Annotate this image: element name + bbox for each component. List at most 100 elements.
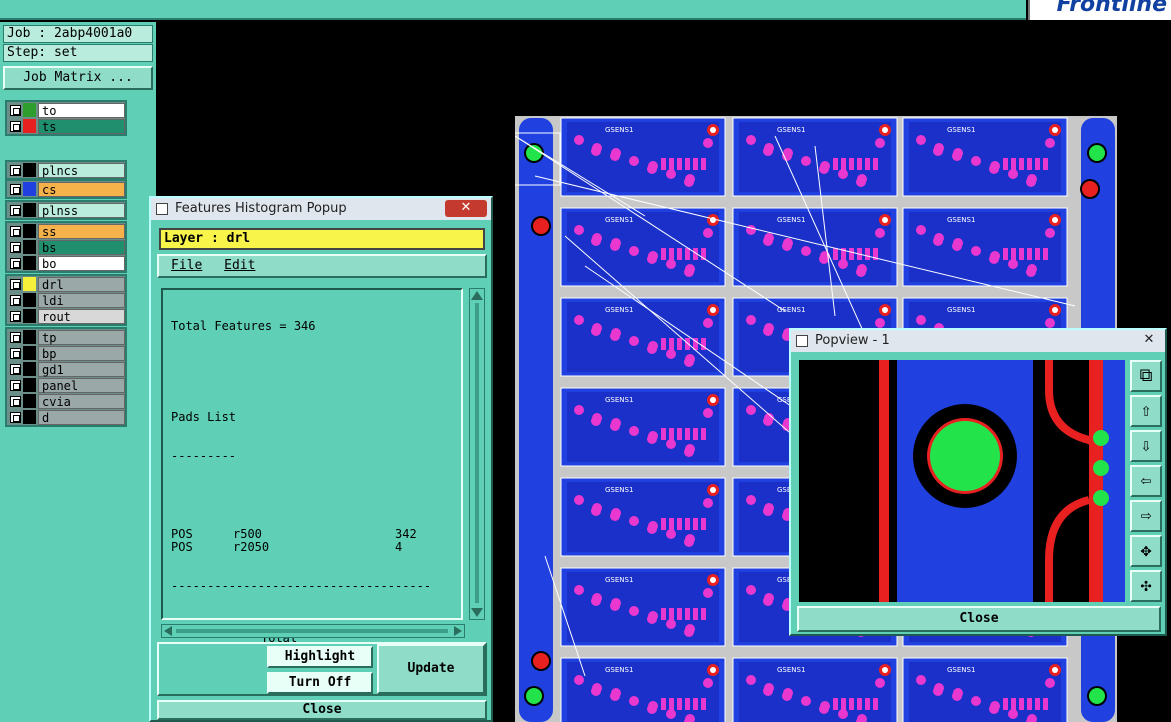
hscroll-track[interactable] [176,629,448,633]
layer-checkbox[interactable] [10,204,21,216]
layer-name[interactable]: d [38,409,125,425]
vertical-scrollbar[interactable] [469,288,485,620]
via-hole [882,307,888,313]
zoom-fit-icon[interactable]: ⧉ [1130,360,1162,392]
layer-checkbox[interactable] [10,294,21,306]
histogram-titlebar[interactable]: Features Histogram Popup ✕ [151,198,491,220]
via-hole [710,487,716,493]
layer-checkbox[interactable] [10,183,21,195]
layer-name[interactable]: ts [38,118,125,134]
update-button[interactable]: Update [377,644,485,694]
layer-row-to[interactable]: to [7,102,125,118]
layer-checkbox[interactable] [10,347,21,359]
layer-checkbox[interactable] [10,363,21,375]
layer-color-swatch[interactable] [23,277,36,291]
job-matrix-button[interactable]: Job Matrix ... [3,66,153,90]
pan-right-icon[interactable]: ⇨ [1130,500,1162,532]
layer-row-cvia[interactable]: cvia [7,393,125,409]
layer-name[interactable]: bp [38,345,125,361]
layer-checkbox[interactable] [10,225,21,237]
edit-menu[interactable]: Edit [224,258,255,273]
layer-name[interactable]: cs [38,181,125,197]
layer-color-swatch[interactable] [23,119,36,133]
layer-row-gd1[interactable]: gd1 [7,361,125,377]
layer-row-d[interactable]: d [7,409,125,425]
zoom-out-icon[interactable]: ✣ [1130,570,1162,602]
layer-color-swatch[interactable] [23,224,36,238]
layer-name[interactable]: ldi [38,292,125,308]
layer-row-cs[interactable]: cs [7,181,125,197]
layer-row-drl[interactable]: drl [7,276,125,292]
zoom-in-icon[interactable]: ✥ [1130,535,1162,567]
layer-name[interactable]: plncs [38,162,125,178]
layer-checkbox[interactable] [10,278,21,290]
layer-checkbox[interactable] [10,310,21,322]
close-button[interactable]: Close [157,700,487,720]
layer-row-ts[interactable]: ts [7,118,125,134]
close-icon[interactable]: ✕ [445,200,487,217]
layer-color-swatch[interactable] [23,203,36,217]
turn-off-button[interactable]: Turn Off [267,672,373,694]
layer-color-swatch[interactable] [23,394,36,408]
layer-row-bo[interactable]: bo [7,255,125,271]
layer-row-bs[interactable]: bs [7,239,125,255]
layer-color-swatch[interactable] [23,240,36,254]
layer-row-bp[interactable]: bp [7,345,125,361]
layer-color-swatch[interactable] [23,103,36,117]
layer-name[interactable]: gd1 [38,361,125,377]
pad [838,169,848,179]
layer-name[interactable]: drl [38,276,125,292]
layer-checkbox[interactable] [10,331,21,343]
scroll-down-icon[interactable] [471,608,483,617]
layer-color-swatch[interactable] [23,378,36,392]
layer-row-rout[interactable]: rout [7,308,125,324]
layer-name[interactable]: to [38,102,125,118]
layer-checkbox[interactable] [10,164,21,176]
layer-color-swatch[interactable] [23,362,36,376]
layer-name[interactable]: plnss [38,202,125,218]
layer-row-plncs[interactable]: plncs [7,162,125,178]
layer-name[interactable]: bo [38,255,125,271]
layer-color-swatch[interactable] [23,346,36,360]
file-menu[interactable]: File [171,258,202,273]
layer-color-swatch[interactable] [23,309,36,323]
smd-pad [833,698,838,710]
layer-color-swatch[interactable] [23,182,36,196]
pan-up-icon[interactable]: ⇧ [1130,395,1162,427]
close-icon[interactable]: ✕ [1137,332,1161,349]
layer-checkbox[interactable] [10,411,21,423]
layer-checkbox[interactable] [10,241,21,253]
layer-name[interactable]: bs [38,239,125,255]
layer-color-swatch[interactable] [23,410,36,424]
popview-titlebar[interactable]: Popview - 1 ✕ [791,330,1165,352]
scroll-right-icon[interactable] [454,626,462,636]
popview-close-button[interactable]: Close [797,606,1161,632]
highlight-button[interactable]: Highlight [267,646,373,668]
layer-name[interactable]: rout [38,308,125,324]
layer-checkbox[interactable] [10,104,21,116]
layer-color-swatch[interactable] [23,330,36,344]
layer-name[interactable]: cvia [38,393,125,409]
layer-color-swatch[interactable] [23,256,36,270]
layer-name[interactable]: tp [38,329,125,345]
layer-checkbox[interactable] [10,257,21,269]
layer-checkbox[interactable] [10,395,21,407]
pan-left-icon[interactable]: ⇦ [1130,465,1162,497]
scroll-up-icon[interactable] [471,291,483,300]
layer-color-swatch[interactable] [23,163,36,177]
horizontal-scrollbar[interactable] [161,624,465,638]
layer-row-ldi[interactable]: ldi [7,292,125,308]
scroll-left-icon[interactable] [164,626,172,636]
layer-name[interactable]: ss [38,223,125,239]
layer-row-tp[interactable]: tp [7,329,125,345]
popview-canvas[interactable] [799,360,1125,602]
layer-row-panel[interactable]: panel [7,377,125,393]
layer-color-swatch[interactable] [23,293,36,307]
layer-row-ss[interactable]: ss [7,223,125,239]
layer-checkbox[interactable] [10,379,21,391]
pan-down-icon[interactable]: ⇩ [1130,430,1162,462]
scroll-track[interactable] [475,303,479,603]
layer-row-plnss[interactable]: plnss [7,202,125,218]
layer-name[interactable]: panel [38,377,125,393]
layer-checkbox[interactable] [10,120,21,132]
